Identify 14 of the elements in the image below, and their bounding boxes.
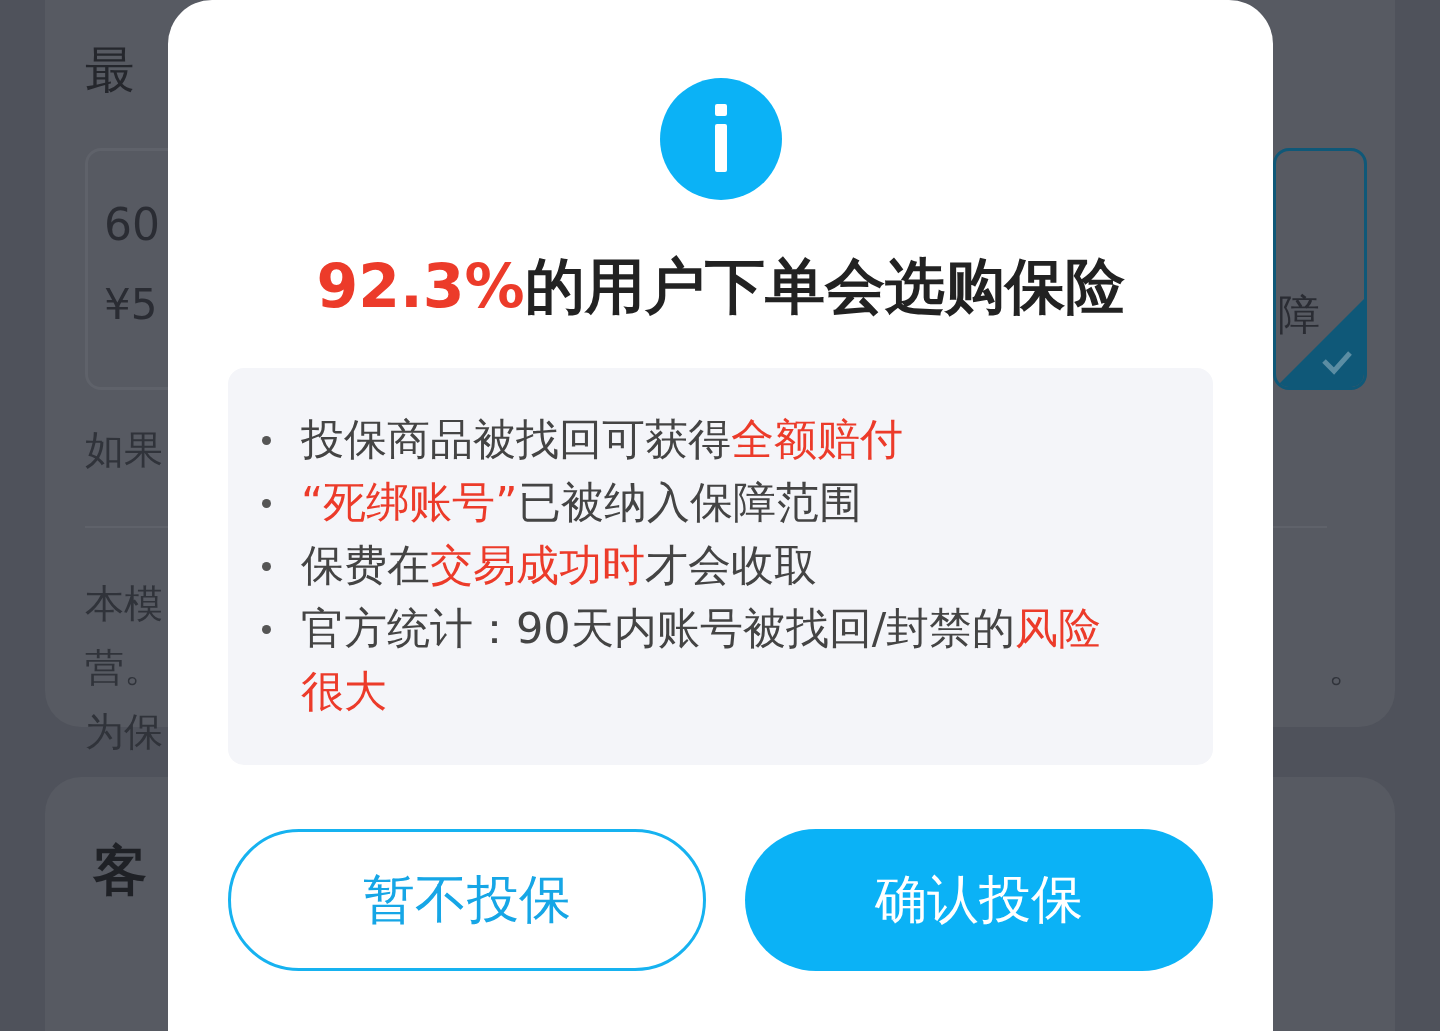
decline-button[interactable]: 暂不投保 bbox=[228, 829, 706, 971]
bullet-icon bbox=[262, 499, 271, 508]
section-title: 客 bbox=[93, 838, 147, 904]
bullet-icon bbox=[262, 625, 271, 634]
bullet-text: “死绑账号”已被纳入保障范围 bbox=[301, 476, 863, 529]
bullet-icon bbox=[262, 562, 271, 571]
confirm-button[interactable]: 确认投保 bbox=[745, 829, 1213, 971]
info-icon bbox=[659, 78, 782, 200]
bullet-icon bbox=[262, 436, 271, 445]
bullet-text: 保费在交易成功时才会收取 bbox=[301, 539, 818, 592]
bullet-text: 官方统计：90天内账号被找回/封禁的风险很大 bbox=[301, 602, 1103, 718]
paragraph-text: 。 bbox=[1328, 644, 1367, 692]
bullet-text: 投保商品被找回可获得全额赔付 bbox=[301, 413, 904, 466]
dialog-title: 92.3%的用户下单会选购保险 bbox=[316, 250, 1125, 323]
